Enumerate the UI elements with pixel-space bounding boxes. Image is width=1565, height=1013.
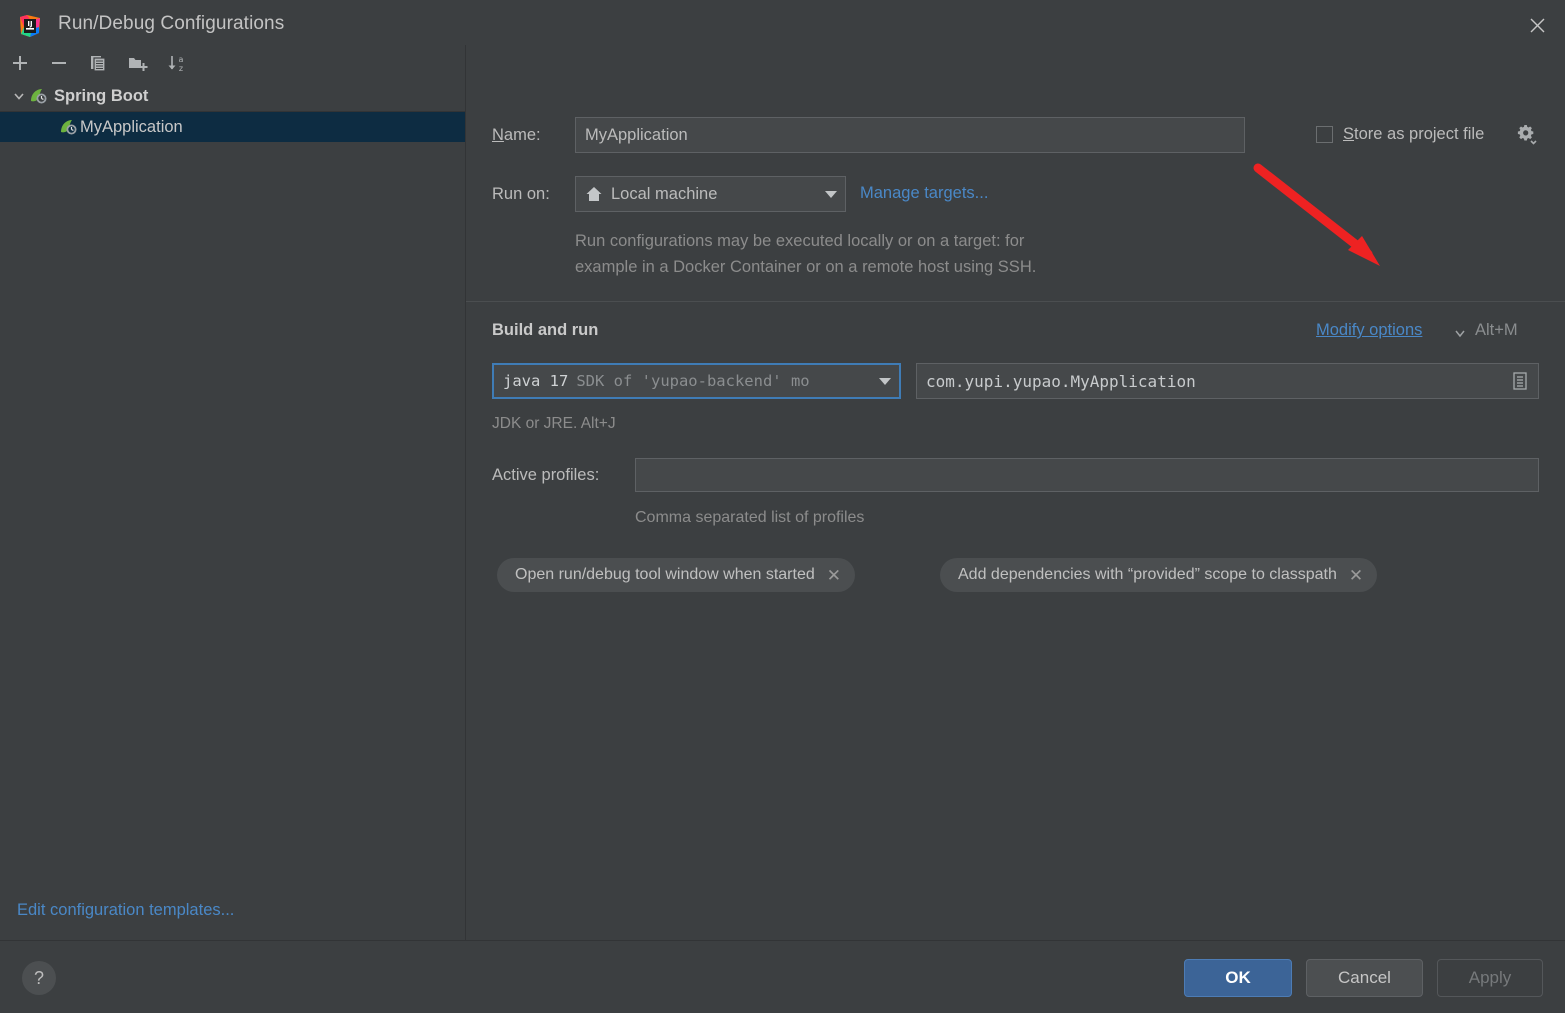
chevron-down-icon[interactable] (877, 373, 893, 389)
home-icon (585, 185, 603, 203)
store-as-project-file-label: Store as project file (1343, 125, 1484, 144)
remove-configuration-button[interactable] (46, 50, 72, 76)
manage-targets-link[interactable]: Manage targets... (860, 184, 988, 203)
minus-icon (49, 53, 69, 73)
svg-text:IJ: IJ (27, 20, 32, 28)
class-browse-icon[interactable] (1511, 371, 1529, 391)
main-class-input[interactable]: com.yupi.yupao.MyApplication (916, 363, 1539, 399)
name-label-rest: ame: (503, 126, 541, 144)
main-class-value: com.yupi.yupao.MyApplication (926, 371, 1196, 391)
spring-boot-icon (58, 117, 78, 137)
tree-item-label: MyApplication (80, 117, 183, 136)
run-on-description-line2: example in a Docker Container or on a re… (575, 258, 1037, 276)
add-configuration-button[interactable] (7, 50, 33, 76)
jdk-value-secondary: SDK of 'yupao-backend' mo (576, 372, 810, 390)
store-label-mnemonic: S (1343, 125, 1355, 143)
checkbox-box[interactable] (1316, 126, 1333, 143)
run-on-description-line1: Run configurations may be executed local… (575, 232, 1025, 250)
build-and-run-title: Build and run (492, 321, 599, 339)
run-on-combo[interactable]: Local machine (575, 176, 846, 212)
option-chip-open-tool-window[interactable]: Open run/debug tool window when started … (497, 558, 855, 592)
tree-group-label: Spring Boot (54, 86, 149, 105)
svg-text:z: z (179, 64, 183, 73)
chevron-down-icon[interactable] (823, 186, 839, 202)
chevron-down-icon[interactable] (10, 87, 28, 105)
dialog-title: Run/Debug Configurations (58, 13, 285, 34)
store-as-project-file-checkbox[interactable]: Store as project file (1316, 125, 1484, 144)
new-folder-icon (127, 53, 149, 73)
cancel-button[interactable]: Cancel (1306, 959, 1423, 997)
sidebar-item-myapplication[interactable]: MyApplication (0, 112, 465, 142)
chip-close-icon[interactable]: ✕ (1349, 567, 1363, 584)
apply-button[interactable]: Apply (1437, 959, 1543, 997)
configuration-editor-panel: Name: MyApplication Store as project fil… (466, 45, 1565, 940)
jdk-combo[interactable]: java 17 SDK of 'yupao-backend' mo (492, 363, 901, 399)
apply-button-label: Apply (1468, 968, 1512, 987)
name-input[interactable]: MyApplication (575, 117, 1245, 153)
run-on-value: Local machine (611, 184, 718, 203)
tree-group-spring-boot[interactable]: Spring Boot (0, 81, 465, 112)
close-icon[interactable] (1509, 6, 1565, 45)
copy-configuration-button[interactable] (85, 50, 111, 76)
cancel-button-label: Cancel (1338, 968, 1391, 987)
help-question-icon[interactable]: ? (22, 961, 56, 995)
jdk-value-primary: java 17 (503, 372, 569, 390)
edit-configuration-templates-link[interactable]: Edit configuration templates... (17, 901, 234, 920)
option-chip-provided-scope[interactable]: Add dependencies with “provided” scope t… (940, 558, 1378, 592)
copy-icon (88, 53, 108, 73)
active-profiles-input[interactable] (635, 458, 1539, 492)
chip-label: Open run/debug tool window when started (515, 566, 815, 583)
name-input-value: MyApplication (585, 125, 688, 144)
run-on-label: Run on: (492, 185, 550, 203)
svg-text:a: a (179, 55, 184, 64)
modify-options-shortcut: Alt+M (1475, 321, 1518, 339)
gear-dropdown-icon[interactable] (1516, 123, 1538, 150)
run-debug-configurations-dialog: ··· ··· ·· ···· ···· ··· ·· ·· ··· IJ Ru… (0, 0, 1565, 1013)
modify-options-link[interactable]: Modify options (1316, 321, 1422, 340)
sort-alpha-icon: a z (166, 53, 188, 73)
configurations-tree: Spring Boot MyApplication (0, 81, 465, 940)
new-folder-button[interactable] (125, 50, 151, 76)
ok-button[interactable]: OK (1184, 959, 1292, 997)
sidebar-toolbar: a z (0, 45, 465, 82)
dialog-footer: ? OK Cancel Apply (0, 940, 1565, 1013)
dialog-titlebar: IJ Run/Debug Configurations (0, 6, 1565, 46)
sort-configurations-button[interactable]: a z (164, 50, 190, 76)
chip-label: Add dependencies with “provided” scope t… (958, 566, 1337, 583)
plus-icon (10, 53, 30, 73)
store-label-rest: tore as project file (1354, 125, 1485, 143)
name-label: Name: (492, 126, 541, 145)
configurations-sidebar: a z Spring Boot MyApplication Edit confi… (0, 45, 466, 940)
spring-boot-icon (28, 86, 48, 106)
jdk-hint: JDK or JRE. Alt+J (492, 415, 616, 432)
name-label-mnemonic: N (492, 126, 504, 144)
active-profiles-hint: Comma separated list of profiles (635, 509, 865, 526)
ok-button-label: OK (1225, 968, 1251, 987)
chevron-down-icon[interactable] (1453, 327, 1467, 345)
active-profiles-label: Active profiles: (492, 466, 600, 484)
chip-close-icon[interactable]: ✕ (827, 567, 841, 584)
intellij-idea-logo-icon: IJ (17, 13, 43, 39)
section-divider (466, 301, 1565, 302)
